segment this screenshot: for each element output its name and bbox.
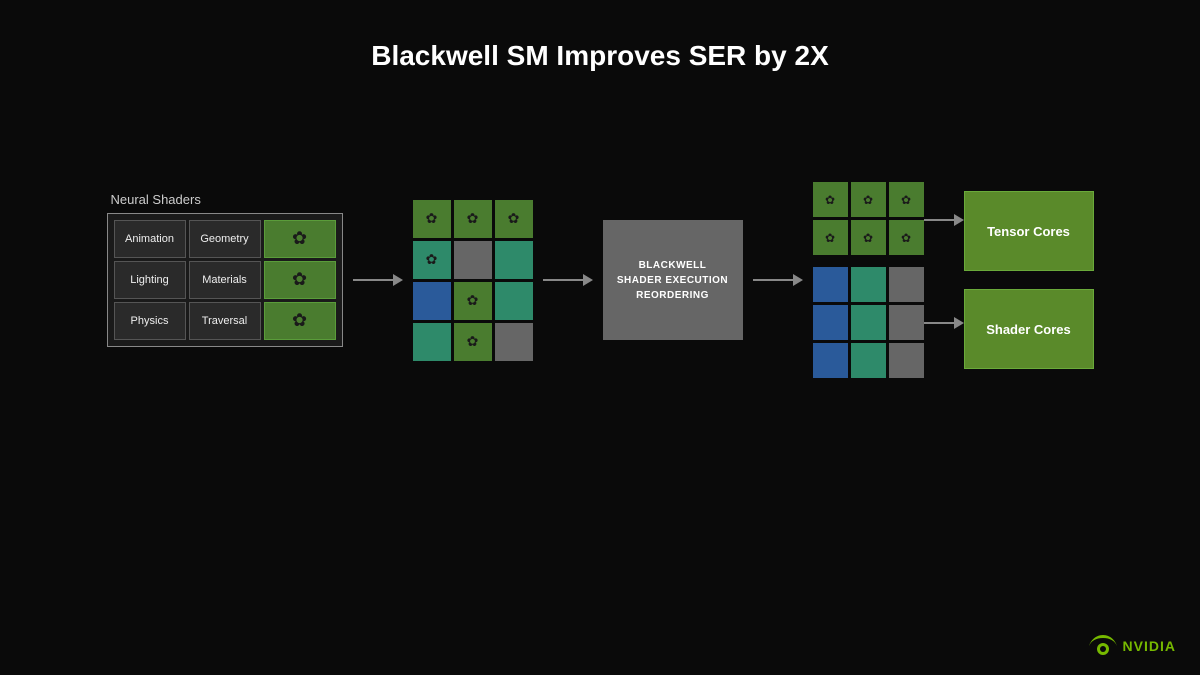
arrow-head-shader xyxy=(954,317,964,329)
arrow-line-1 xyxy=(353,279,393,281)
neural-shaders-container: Neural Shaders Animation Geometry ✿ Ligh… xyxy=(107,192,343,347)
neural-shaders-label: Neural Shaders xyxy=(111,192,201,207)
arrow-line-tensor xyxy=(924,219,954,221)
bog-r2c2 xyxy=(851,305,886,340)
mg-r2c2 xyxy=(454,241,492,279)
arrow-head-tensor xyxy=(954,214,964,226)
mg-icon-2: ✿ xyxy=(467,210,479,227)
bottom-output-grid xyxy=(813,267,924,378)
shader-cores-label: Shader Cores xyxy=(986,322,1071,337)
cell-traversal: Traversal xyxy=(189,302,261,340)
arrow-3 xyxy=(743,274,813,286)
nvidia-logo: NVIDIA xyxy=(1089,635,1176,657)
tensor-cores-label: Tensor Cores xyxy=(987,224,1070,239)
tensor-cores-box: Tensor Cores xyxy=(964,191,1094,271)
arrow-head-2 xyxy=(583,274,593,286)
bog-r1c1 xyxy=(813,267,848,302)
neural-icon-2: ✿ xyxy=(292,269,307,290)
arrow-head-1 xyxy=(393,274,403,286)
shader-cores-box: Shader Cores xyxy=(964,289,1094,369)
mg-icon-5: ✿ xyxy=(467,292,479,309)
bog-r1c2 xyxy=(851,267,886,302)
ser-box: BLACKWELL SHADER EXECUTION REORDERING xyxy=(603,220,743,340)
mg-icon-1: ✿ xyxy=(426,210,438,227)
arrow-to-shader xyxy=(924,269,964,377)
tog-r1c1: ✿ xyxy=(813,182,848,217)
tog-r1c3: ✿ xyxy=(889,182,924,217)
mg-icon-6: ✿ xyxy=(467,333,479,350)
bog-r2c1 xyxy=(813,305,848,340)
bog-r3c2 xyxy=(851,343,886,378)
arrow-line-shader xyxy=(924,322,954,324)
neural-icon-1: ✿ xyxy=(292,228,307,249)
shader-grid-box: Animation Geometry ✿ Lighting Materials … xyxy=(107,213,343,347)
cell-animation: Animation xyxy=(114,220,186,258)
arrow-2 xyxy=(533,274,603,286)
nvidia-text: NVIDIA xyxy=(1123,638,1176,654)
cell-geometry: Geometry xyxy=(189,220,261,258)
arrow-to-tensor xyxy=(924,184,964,257)
mg-r2c1: ✿ xyxy=(413,241,451,279)
arrow-line-2 xyxy=(543,279,583,281)
arrow-line-3 xyxy=(753,279,793,281)
bog-r2c3 xyxy=(889,305,924,340)
mg-r4c2: ✿ xyxy=(454,323,492,361)
mg-r1c3: ✿ xyxy=(495,200,533,238)
nvidia-logo-icon xyxy=(1089,635,1117,657)
cell-icon-1: ✿ xyxy=(264,220,336,258)
cell-lighting: Lighting xyxy=(114,261,186,299)
mg-r3c3 xyxy=(495,282,533,320)
mixed-input-grid: ✿ ✿ ✿ ✿ ✿ ✿ xyxy=(413,200,533,361)
bog-r3c1 xyxy=(813,343,848,378)
bog-r3c3 xyxy=(889,343,924,378)
cores-section: Tensor Cores Shader Cores xyxy=(964,191,1094,369)
tog-r2c3: ✿ xyxy=(889,220,924,255)
arrow-1 xyxy=(343,274,413,286)
top-output-grid: ✿ ✿ ✿ ✿ ✿ ✿ xyxy=(813,182,924,255)
top-output-row: ✿ ✿ ✿ ✿ ✿ ✿ xyxy=(813,182,924,255)
cell-icon-2: ✿ xyxy=(264,261,336,299)
cell-icon-3: ✿ xyxy=(264,302,336,340)
mg-icon-3: ✿ xyxy=(508,210,520,227)
mg-r3c1 xyxy=(413,282,451,320)
output-split-section: ✿ ✿ ✿ ✿ ✿ ✿ xyxy=(813,182,924,378)
arrow-head-3 xyxy=(793,274,803,286)
mg-r2c3 xyxy=(495,241,533,279)
tog-r2c2: ✿ xyxy=(851,220,886,255)
arrows-to-cores xyxy=(924,184,964,377)
tog-r2c1: ✿ xyxy=(813,220,848,255)
bottom-output-row xyxy=(813,267,924,378)
mg-icon-4: ✿ xyxy=(426,251,438,268)
bog-r1c3 xyxy=(889,267,924,302)
mg-r4c3 xyxy=(495,323,533,361)
diagram-area: Neural Shaders Animation Geometry ✿ Ligh… xyxy=(0,160,1200,378)
mg-r4c1 xyxy=(413,323,451,361)
tog-r1c2: ✿ xyxy=(851,182,886,217)
mg-r1c1: ✿ xyxy=(413,200,451,238)
page-title: Blackwell SM Improves SER by 2X xyxy=(0,0,1200,72)
cell-physics: Physics xyxy=(114,302,186,340)
cell-materials: Materials xyxy=(189,261,261,299)
neural-icon-3: ✿ xyxy=(292,310,307,331)
mg-r1c2: ✿ xyxy=(454,200,492,238)
mg-r3c2: ✿ xyxy=(454,282,492,320)
ser-text: BLACKWELL SHADER EXECUTION REORDERING xyxy=(617,258,728,303)
